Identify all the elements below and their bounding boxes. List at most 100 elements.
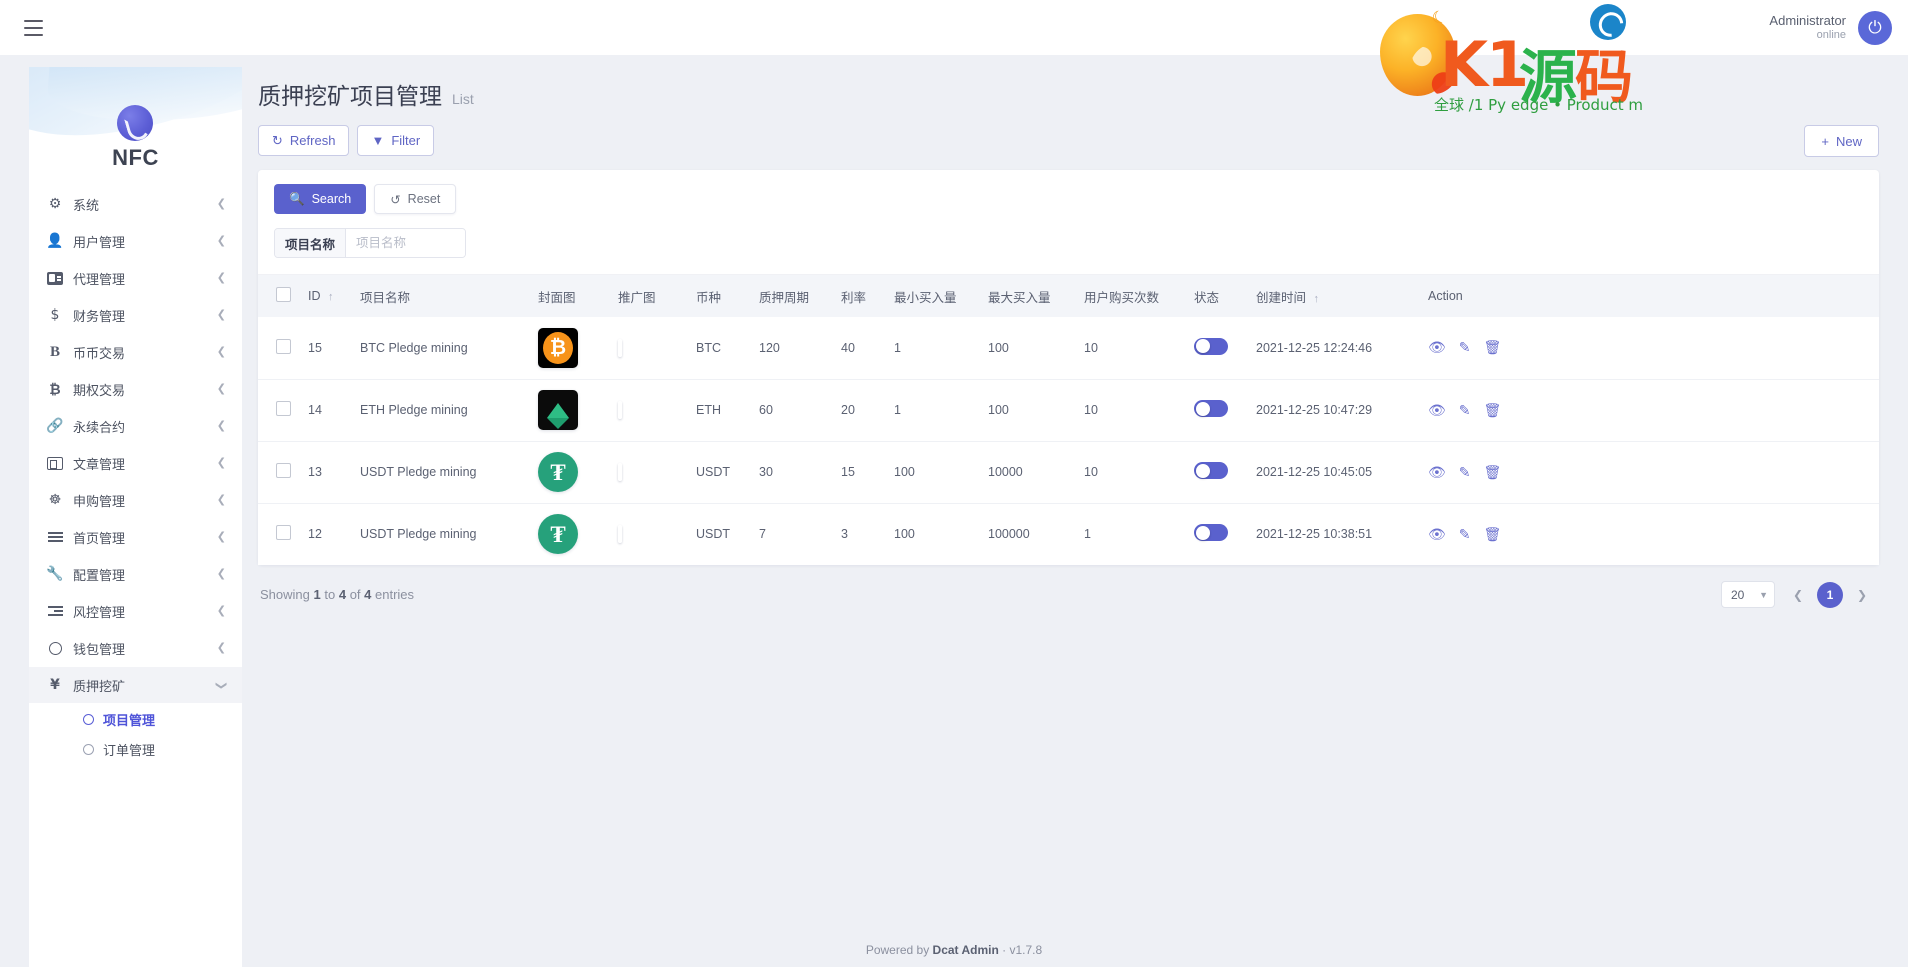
cell-max-buy: 100 [982, 379, 1078, 442]
sidebar-subitem-project-management[interactable]: 项目管理 [29, 704, 242, 734]
new-button-label: New [1835, 133, 1862, 149]
showing-entries-word: entries [375, 587, 415, 602]
status-toggle[interactable] [1194, 524, 1228, 542]
sidebar-item-pledge-mining[interactable]: ¥ 质押挖矿 ❮ [29, 667, 242, 703]
chevron-left-icon: ❮ [216, 382, 226, 395]
footer-credit: Powered by Dcat Admin · v1.7.8 [0, 943, 1908, 957]
promo-image-red[interactable] [618, 525, 622, 544]
news-icon [43, 456, 67, 470]
sidebar-item-homepage-management[interactable]: 首页管理 ❮ [29, 519, 242, 555]
chevron-left-icon: ❮ [216, 234, 226, 247]
sidebar-subitem-order-management[interactable]: 订单管理 [29, 734, 242, 764]
sidebar-item-label: 财务管理 [73, 308, 126, 324]
sidebar-item-coin-trade[interactable]: B 币币交易 ❮ [29, 334, 242, 370]
cell-name: USDT Pledge mining [354, 503, 532, 565]
filter-panel: 🔍 Search ↺ Reset 项目名称 [258, 170, 1879, 275]
per-page-select[interactable]: 20 ▼ [1721, 581, 1775, 608]
cell-action: 👁 ✎ 🗑 [1422, 441, 1879, 504]
power-icon[interactable]: ⏻ [1858, 10, 1892, 45]
sidebar-item-system[interactable]: ⚙ 系统 ❮ [29, 186, 242, 222]
footer-separator: · [1002, 943, 1007, 957]
trash-icon[interactable]: 🗑 [1484, 340, 1502, 354]
sidebar-item-risk-management[interactable]: 风控管理 ❮ [29, 593, 242, 629]
pagination-page-1[interactable]: 1 [1817, 581, 1843, 608]
status-toggle[interactable] [1194, 400, 1228, 417]
table-body: 15 BTC Pledge mining ₿ BTC 120 40 1 100 … [258, 317, 1879, 565]
eye-icon[interactable]: 👁 [1428, 465, 1446, 479]
funnel-icon: ▼ [371, 133, 385, 148]
ethereum-logo-icon[interactable] [538, 390, 578, 430]
pagination-prev-button[interactable]: ❮ [1785, 582, 1811, 608]
sidebar-item-finance-management[interactable]: $ 财务管理 ❮ [29, 297, 242, 333]
admin-info[interactable]: Administrator online [1769, 13, 1846, 43]
sidebar-item-perpetual-contract[interactable]: 🔗 永续合约 ❮ [29, 408, 242, 444]
th-id[interactable]: ID ↑ [302, 275, 354, 317]
cell-id: 15 [302, 317, 354, 380]
promo-image-red[interactable] [618, 463, 622, 481]
sidebar-item-option-trade[interactable]: ₿ 期权交易 ❮ [29, 371, 242, 407]
promo-image-red[interactable] [618, 401, 622, 419]
new-button[interactable]: + New [1804, 125, 1879, 157]
sidebar-item-wallet-management[interactable]: 钱包管理 ❮ [29, 630, 242, 666]
row-checkbox[interactable] [276, 525, 291, 541]
tether-logo-icon[interactable]: ₮ [538, 452, 578, 492]
eye-icon[interactable]: 👁 [1428, 403, 1446, 417]
footer-brand[interactable]: Dcat Admin [933, 943, 999, 957]
cell-rate: 3 [835, 503, 888, 565]
showing-prefix: Showing [260, 587, 310, 602]
bitcoin-logo-icon[interactable]: ₿ [538, 327, 578, 368]
refresh-button[interactable]: ↻ Refresh [258, 125, 350, 156]
cell-min-buy: 100 [888, 503, 982, 565]
pencil-icon[interactable]: ✎ [1459, 403, 1471, 417]
cell-select [258, 441, 302, 504]
sidebar-item-agent-management[interactable]: 代理管理 ❮ [29, 260, 242, 296]
sidebar-item-user-management[interactable]: 👤 用户管理 ❮ [29, 223, 242, 259]
trash-icon[interactable]: 🗑 [1484, 465, 1502, 479]
cell-created-at: 2021-12-25 10:47:29 [1250, 379, 1422, 442]
pencil-icon[interactable]: ✎ [1459, 340, 1471, 354]
select-all-checkbox[interactable] [276, 287, 291, 302]
eye-icon[interactable]: 👁 [1428, 527, 1446, 541]
sidebar-item-article-management[interactable]: 文章管理 ❮ [29, 445, 242, 481]
cell-promo [612, 379, 690, 442]
cell-promo [612, 441, 690, 504]
cell-status [1188, 503, 1250, 565]
status-toggle[interactable] [1194, 462, 1228, 479]
th-status-label: 状态 [1194, 290, 1220, 305]
row-checkbox[interactable] [276, 338, 291, 354]
link-icon: 🔗 [46, 418, 64, 434]
hamburger-icon[interactable] [16, 11, 50, 45]
filter-button[interactable]: ▼ Filter [357, 125, 435, 156]
promo-image-dark[interactable] [618, 338, 622, 357]
th-promo-label: 推广图 [618, 290, 656, 305]
trash-icon[interactable]: 🗑 [1484, 527, 1502, 541]
eye-icon[interactable]: 👁 [1428, 340, 1446, 354]
status-toggle[interactable] [1194, 337, 1228, 355]
row-checkbox[interactable] [276, 401, 291, 416]
tether-logo-icon[interactable]: ₮ [538, 514, 578, 555]
trash-icon[interactable]: 🗑 [1484, 403, 1502, 417]
reset-button[interactable]: ↺ Reset [374, 184, 457, 214]
cell-coin: BTC [690, 317, 753, 380]
lines-icon [43, 530, 67, 544]
table-row: 13 USDT Pledge mining ₮ USDT 30 15 100 1… [258, 441, 1879, 504]
pencil-icon[interactable]: ✎ [1459, 465, 1471, 479]
pencil-icon[interactable]: ✎ [1459, 527, 1471, 541]
search-button[interactable]: 🔍 Search [274, 184, 367, 214]
project-name-filter-group: 项目名称 [274, 228, 466, 258]
plus-icon: + [1821, 133, 1829, 149]
th-max-buy-label: 最大买入量 [988, 290, 1051, 305]
project-name-input[interactable] [346, 229, 465, 257]
sidebar-item-label: 首页管理 [73, 530, 126, 546]
chevron-left-icon: ❮ [216, 604, 226, 617]
showing-entries-text: Showing 1 to 4 of 4 entries [260, 587, 414, 602]
sidebar-item-config-management[interactable]: 🔧 配置管理 ❮ [29, 556, 242, 592]
pagination-next-button[interactable]: ❯ [1849, 582, 1875, 608]
page-subtitle: List [452, 91, 474, 107]
footer-prefix: Powered by [865, 943, 930, 957]
sidebar-item-subscription-management[interactable]: ☸ 申购管理 ❮ [29, 482, 242, 518]
row-checkbox[interactable] [276, 463, 291, 478]
th-name[interactable]: 项目名称 [354, 275, 532, 317]
th-created-at[interactable]: 创建时间 ↑ [1250, 275, 1422, 317]
page-title: 质押挖矿项目管理 [258, 83, 442, 109]
